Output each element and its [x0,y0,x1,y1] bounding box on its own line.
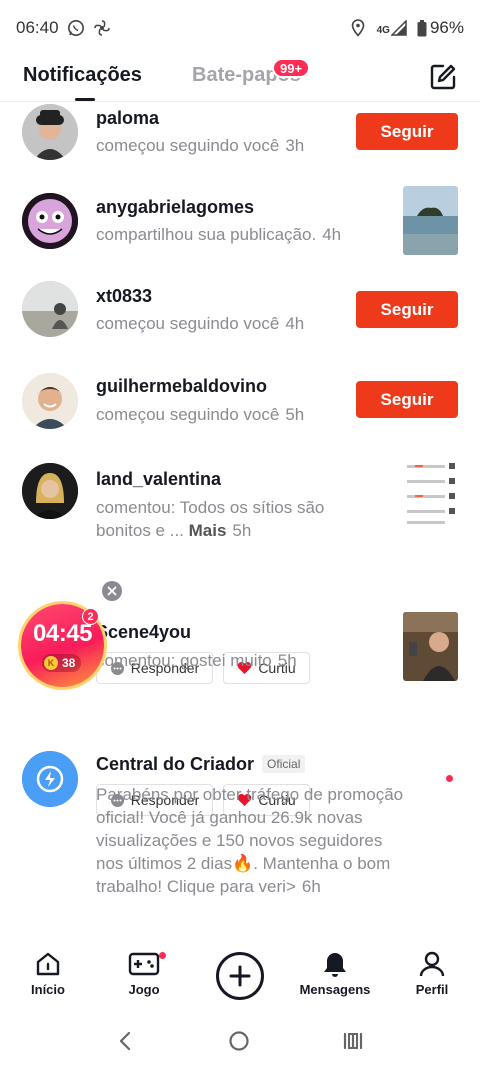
notification-message: começou seguindo você [96,314,280,333]
battery-icon [417,19,427,36]
notification-item[interactable]: xt0833 começou seguindo você 4h Seguir [0,281,480,373]
notification-time: 4h [322,225,342,244]
create-button[interactable] [216,952,264,1000]
back-icon[interactable] [116,1031,136,1051]
post-thumbnail[interactable] [403,186,458,255]
bell-icon [324,953,346,977]
notification-time: 5h [232,521,252,540]
notification-message: começou seguindo você [96,405,280,424]
notification-time: 3h [285,136,305,155]
system-nav-bar [0,1016,480,1066]
nav-messages[interactable]: Mensagens [295,950,375,997]
notification-time: 5h [285,405,305,424]
username[interactable]: Scene4you [96,622,191,643]
notification-text: começou seguindo você 3h [96,134,304,157]
more-link[interactable]: Mais [189,521,227,540]
notification-message: Parabéns por obter tráfego de promoção o… [96,785,404,896]
creator-center-name[interactable]: Central do Criador [96,754,254,774]
home-circle-icon[interactable] [228,1030,250,1052]
compose-button[interactable] [428,62,458,92]
post-thumbnail[interactable] [403,459,458,528]
username[interactable]: Central do Criador Oficial [96,754,306,775]
username[interactable]: paloma [96,108,159,129]
whatsapp-icon [67,19,85,37]
notification-text: começou seguindo você 5h [96,403,304,426]
notification-message: comentou: gostei muito [96,651,272,670]
nav-profile-label: Perfil [415,982,449,997]
notification-text: começou seguindo você 4h [96,312,304,335]
notification-time: 5h [277,651,297,670]
notification-text: comentou: Todos os sítios são bonitos e … [96,496,324,542]
follow-button[interactable]: Seguir [356,291,458,328]
username[interactable]: xt0833 [96,286,152,307]
battery: 96% [417,18,464,38]
signal-icon [390,20,407,36]
profile-icon [419,951,445,977]
close-icon[interactable] [102,581,122,601]
notification-text: compartilhou sua publicação. 4h [96,223,341,246]
fan-icon [93,19,111,37]
tab-notifications[interactable]: Notificações [23,64,142,87]
status-left: 06:40 [16,18,111,38]
gamepad-icon [128,952,160,976]
notification-message: compartilhou sua publicação. [96,225,317,244]
post-thumbnail[interactable] [403,612,458,681]
official-tag: Oficial [262,755,306,773]
avatar[interactable] [22,193,78,249]
compose-icon [430,64,456,90]
avatar[interactable] [22,373,78,429]
avatar[interactable] [22,104,78,160]
games-notification-dot [159,952,166,959]
timer-badge: 2 [82,608,99,625]
coin-count: 38 [62,656,76,670]
username[interactable]: guilhermebaldovino [96,376,267,397]
unread-dot [446,775,453,782]
comment-line-2: bonitos e ... Mais 5h [96,519,324,542]
header-tabs: Notificações Bate-papos 99+ [0,56,480,102]
lightning-icon [22,751,78,807]
recent-apps-icon[interactable] [342,1031,364,1051]
notification-time: 4h [285,314,305,333]
battery-percent: 96% [429,18,464,37]
notification-text: Parabéns por obter tráfego de promoção o… [96,783,406,898]
notification-list[interactable]: paloma começou seguindo você 3h Seguir an… [0,103,480,938]
avatar[interactable] [22,281,78,337]
location-icon [349,19,367,37]
follow-button[interactable]: Seguir [356,113,458,150]
username[interactable]: land_valentina [96,469,221,490]
notification-time: 6h [301,877,321,896]
active-tab-indicator [75,98,95,101]
bottom-nav: Início Jogo Mensagens Perfil [0,938,480,1016]
status-right: 4G 96% [349,18,464,38]
nav-home-label: Início [31,982,65,997]
network-label: 4G [376,25,390,36]
chats-unread-badge: 99+ [272,58,311,78]
nav-profile[interactable]: Perfil [392,950,472,997]
username[interactable]: anygabrielagomes [96,197,254,218]
network-indicator: 4G [377,20,407,36]
nav-messages-label: Mensagens [299,982,371,997]
status-bar: 06:40 4G 96% [0,0,480,56]
status-time: 06:40 [16,18,59,37]
notification-text: comentou: gostei muito 5h [96,649,297,672]
nav-games[interactable]: Jogo [104,950,184,997]
notification-item[interactable]: land_valentina comentou: Todos os sítios… [0,459,480,684]
notification-message: começou seguindo você [96,136,280,155]
comment-truncated: bonitos e ... [96,521,184,540]
timer-widget[interactable]: 04:45 K 38 2 [21,604,104,687]
notification-item[interactable]: Central do Criador Oficial Parabéns por o… [0,733,480,938]
creator-center-avatar[interactable] [22,751,78,807]
comment-line-1: comentou: Todos os sítios são [96,498,325,517]
avatar[interactable] [22,463,78,519]
notification-item[interactable]: guilhermebaldovino começou seguindo você… [0,373,480,461]
nav-home[interactable]: Início [8,950,88,997]
nav-games-label: Jogo [128,982,160,997]
coin-icon: K [44,656,58,670]
home-icon [36,952,60,976]
plus-icon [229,965,251,987]
timer-coins: K 38 [42,654,82,672]
follow-button[interactable]: Seguir [356,381,458,418]
notification-item[interactable]: paloma começou seguindo você 3h Seguir [0,103,480,193]
notification-item[interactable]: anygabrielagomes compartilhou sua public… [0,186,480,283]
